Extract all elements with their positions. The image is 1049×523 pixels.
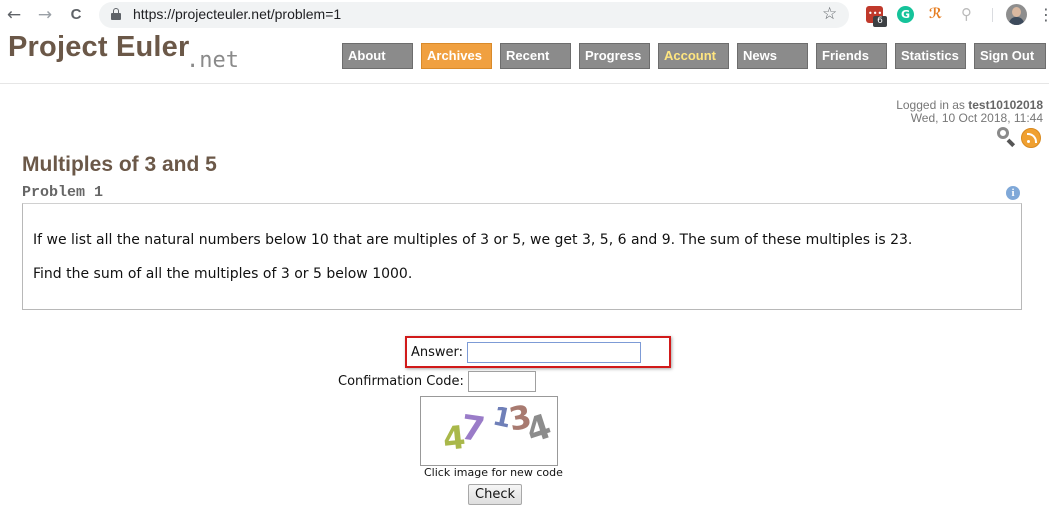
nav-statistics[interactable]: Statistics bbox=[895, 43, 966, 69]
site-logo-net[interactable]: .net bbox=[186, 48, 239, 73]
problem-content: If we list all the natural numbers below… bbox=[22, 203, 1022, 310]
nav-account[interactable]: Account bbox=[658, 43, 729, 69]
nav-about[interactable]: About bbox=[342, 43, 413, 69]
confirmation-code-input[interactable] bbox=[468, 371, 536, 392]
extension-wand-icon[interactable]: ℛ bbox=[929, 6, 946, 23]
reload-icon[interactable]: C bbox=[66, 5, 86, 25]
address-bar[interactable]: https://projecteuler.net/problem=1 ☆ bbox=[99, 2, 849, 28]
check-button[interactable]: Check bbox=[468, 484, 522, 505]
grammarly-icon[interactable]: G bbox=[897, 6, 914, 23]
site-logo[interactable]: Project Euler bbox=[8, 31, 190, 64]
browser-toolbar: ← → C https://projecteuler.net/problem=1… bbox=[0, 0, 1049, 30]
captcha-char: 4 bbox=[521, 406, 557, 452]
browser-menu-icon[interactable]: ⋮ bbox=[1038, 5, 1049, 25]
extension-search-icon[interactable]: ⚲ bbox=[961, 6, 978, 23]
rss-icon[interactable] bbox=[1021, 128, 1041, 148]
url-text[interactable]: https://projecteuler.net/problem=1 bbox=[133, 6, 341, 22]
captcha-image[interactable]: 4 7 1 3 4 bbox=[420, 396, 558, 466]
back-arrow-icon[interactable]: ← bbox=[4, 5, 24, 25]
problem-paragraph: Find the sum of all the multiples of 3 o… bbox=[33, 266, 413, 282]
login-datetime: Wed, 10 Oct 2018, 11:44 bbox=[910, 111, 1043, 125]
captcha-char: 7 bbox=[458, 407, 488, 451]
nav-archives[interactable]: Archives bbox=[421, 43, 492, 69]
search-icon[interactable] bbox=[996, 122, 1018, 148]
info-icon[interactable]: i bbox=[1006, 186, 1020, 200]
answer-input[interactable] bbox=[467, 342, 641, 363]
login-username: test10102018 bbox=[968, 98, 1043, 112]
login-prefix: Logged in as bbox=[896, 98, 969, 112]
nav-progress[interactable]: Progress bbox=[579, 43, 650, 69]
problem-title: Multiples of 3 and 5 bbox=[22, 153, 217, 176]
toolbar-separator bbox=[992, 8, 993, 22]
forward-arrow-icon[interactable]: → bbox=[35, 5, 55, 25]
profile-avatar[interactable] bbox=[1006, 4, 1027, 25]
problem-paragraph: If we list all the natural numbers below… bbox=[33, 232, 913, 248]
problem-number: Problem 1 bbox=[22, 184, 104, 201]
header-divider bbox=[0, 83, 1049, 84]
login-info: Logged in as test10102018 Wed, 10 Oct 20… bbox=[896, 99, 1043, 125]
nav-recent[interactable]: Recent bbox=[500, 43, 571, 69]
extension-badge: 6 bbox=[873, 16, 887, 27]
confirmation-code-label: Confirmation Code: bbox=[338, 374, 464, 389]
bookmark-star-icon[interactable]: ☆ bbox=[822, 4, 837, 24]
nav-news[interactable]: News bbox=[737, 43, 808, 69]
nav-sign-out[interactable]: Sign Out bbox=[974, 43, 1046, 69]
captcha-caption: Click image for new code bbox=[424, 466, 563, 479]
lock-icon bbox=[111, 8, 121, 20]
answer-label: Answer: bbox=[411, 345, 464, 360]
nav-friends[interactable]: Friends bbox=[816, 43, 887, 69]
